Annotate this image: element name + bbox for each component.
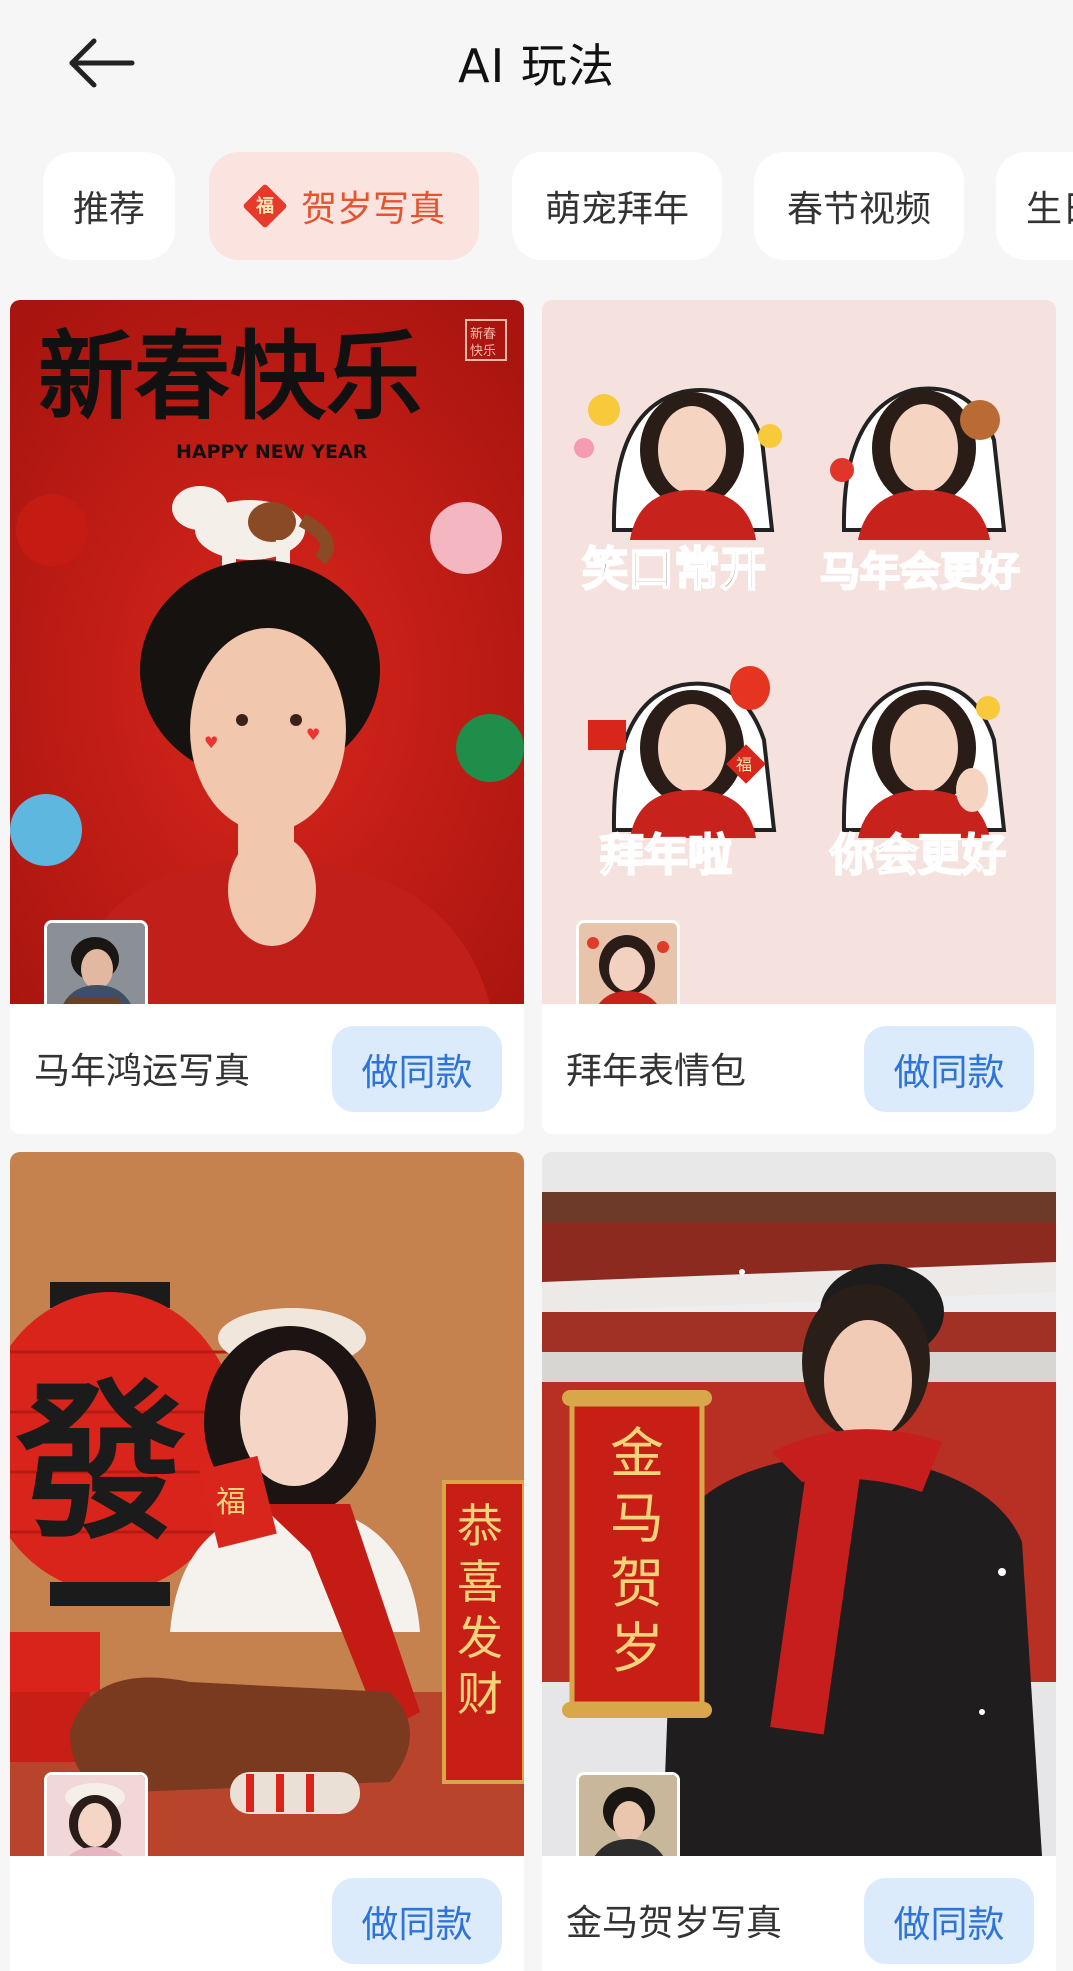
- scroll-char: 金: [610, 1422, 664, 1485]
- couplet-char: 喜: [457, 1555, 503, 1609]
- couplet-char: 发: [457, 1611, 503, 1665]
- sticker-text: 笑口常开: [582, 542, 766, 596]
- category-tabs: 推荐 福 贺岁写真 萌宠拜年 春节视频 生日: [0, 152, 1073, 260]
- card-footer: 做同款: [10, 1856, 524, 1971]
- card-image[interactable]: 新春快乐 HAPPY NEW YEAR 新春 快乐 ♥ ♥: [10, 300, 524, 1004]
- make-same-button[interactable]: 做同款: [864, 1878, 1034, 1964]
- tab-label: 萌宠拜年: [544, 189, 689, 230]
- svg-text:♥: ♥: [306, 725, 320, 744]
- couplet-char: 财: [457, 1667, 503, 1721]
- fu-diamond-icon: 福: [242, 183, 288, 229]
- template-card[interactable]: 笑口常开 马年会更好 福 拜年啦 你会更好 拜年表情包 做同款: [542, 300, 1056, 1134]
- page-title: AI 玩法: [458, 39, 615, 93]
- source-thumbnail: [576, 1772, 680, 1856]
- template-title: 马年鸿运写真: [34, 1051, 251, 1092]
- scroll-char: 贺: [610, 1552, 664, 1615]
- template-card[interactable]: 發 恭 喜 发 财 福 做同款: [10, 1152, 524, 1971]
- template-card[interactable]: 金 马 贺 岁 金马贺岁写真 做同款: [542, 1152, 1056, 1971]
- card-footer: 拜年表情包 做同款: [542, 1004, 1056, 1134]
- source-thumbnail: [44, 1772, 148, 1856]
- svg-text:快乐: 快乐: [470, 344, 496, 359]
- portrait-image: 新春快乐 HAPPY NEW YEAR 新春 快乐 ♥ ♥: [10, 300, 524, 1004]
- subline-text: HAPPY NEW YEAR: [176, 441, 368, 463]
- make-same-button[interactable]: 做同款: [332, 1026, 502, 1112]
- scroll-char: 马: [610, 1487, 664, 1550]
- sticker-text: 马年会更好: [820, 549, 1020, 595]
- couplet-char: 恭: [457, 1499, 503, 1553]
- tab-recommend[interactable]: 推荐: [43, 152, 175, 260]
- portrait-image: 發 恭 喜 发 财 福: [10, 1152, 524, 1856]
- template-title: 拜年表情包: [566, 1051, 747, 1092]
- portrait-image: 金 马 贺 岁: [542, 1152, 1056, 1856]
- card-image[interactable]: 發 恭 喜 发 财 福: [10, 1152, 524, 1856]
- svg-text:新春: 新春: [470, 326, 496, 342]
- sticker-pack-image: 笑口常开 马年会更好 福 拜年啦 你会更好: [542, 300, 1056, 1004]
- ai-play-page: AI 玩法 推荐 福 贺岁写真 萌宠拜年 春节视频 生日: [0, 0, 1073, 1971]
- tab-label: 春节视频: [786, 189, 931, 230]
- scroll-char: 岁: [610, 1617, 664, 1680]
- red-envelope-text: 福: [216, 1485, 246, 1520]
- headline-text: 新春快乐: [38, 321, 422, 433]
- tab-label: 推荐: [72, 189, 145, 230]
- tab-label: 贺岁写真: [300, 189, 445, 230]
- card-footer: 马年鸿运写真 做同款: [10, 1004, 524, 1134]
- tab-spring-video[interactable]: 春节视频: [754, 152, 964, 260]
- source-thumbnail: [576, 920, 680, 1004]
- tab-new-year-portrait[interactable]: 福 贺岁写真: [209, 152, 479, 260]
- template-title: 金马贺岁写真: [566, 1903, 783, 1944]
- make-same-button[interactable]: 做同款: [864, 1026, 1034, 1112]
- sticker-text: 你会更好: [829, 830, 1006, 881]
- tab-birthday[interactable]: 生日: [996, 152, 1073, 260]
- card-footer: 金马贺岁写真 做同款: [542, 1856, 1056, 1971]
- template-card[interactable]: 新春快乐 HAPPY NEW YEAR 新春 快乐 ♥ ♥ 马年鸿运写真 做同款: [10, 300, 524, 1134]
- source-thumbnail: [44, 920, 148, 1004]
- svg-text:福: 福: [736, 755, 752, 774]
- make-same-button[interactable]: 做同款: [332, 1878, 502, 1964]
- tab-pet-greetings[interactable]: 萌宠拜年: [512, 152, 722, 260]
- tab-label: 生日: [1026, 189, 1073, 230]
- svg-text:♥: ♥: [204, 733, 218, 752]
- header: AI 玩法: [0, 0, 1073, 130]
- card-image[interactable]: 笑口常开 马年会更好 福 拜年啦 你会更好: [542, 300, 1056, 1004]
- card-image[interactable]: 金 马 贺 岁: [542, 1152, 1056, 1856]
- lantern-text: 發: [15, 1365, 186, 1563]
- sticker-text: 拜年啦: [600, 830, 732, 881]
